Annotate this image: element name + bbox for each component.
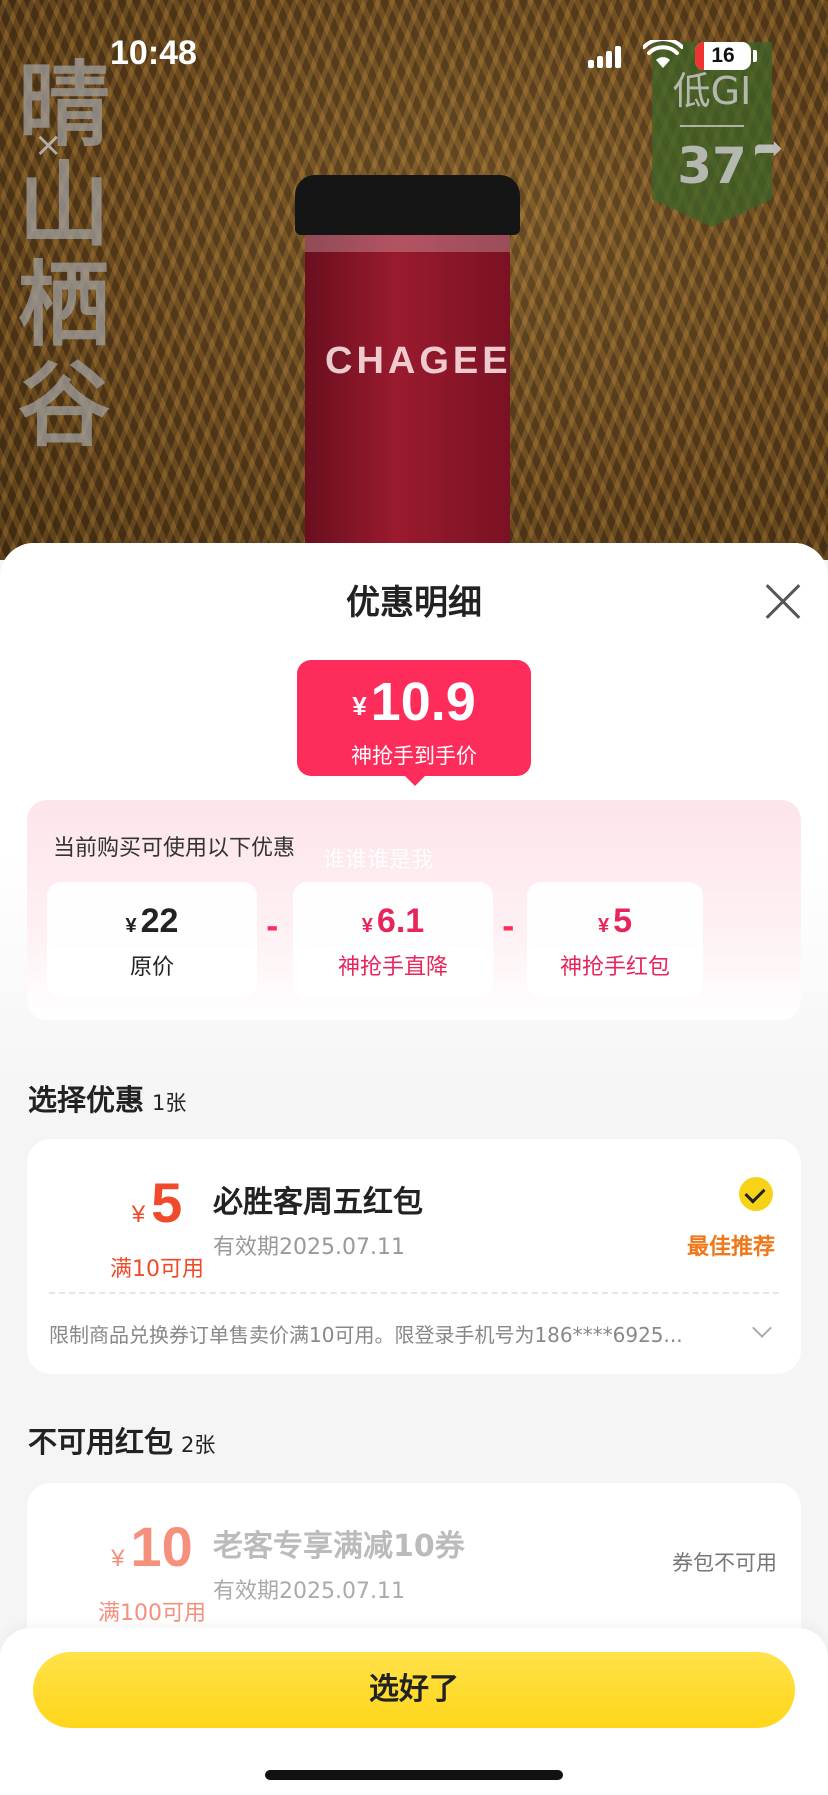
brand-vertical-text: 晴山栖谷: [18, 51, 111, 459]
cellular-signal-icon: [588, 46, 622, 68]
red-packet-label: 神抢手红包: [559, 955, 670, 980]
breakdown-hint: 当前购买可使用以下优惠: [53, 836, 296, 861]
price-pointer: [404, 775, 426, 786]
discount-detail-sheet: 优惠明细 ¥10.9 神抢手到手价 当前购买可使用以下优惠 谁谁谁是我 ¥22 …: [0, 543, 828, 1795]
original-price-amount: 22: [140, 902, 179, 940]
wifi-icon: [643, 40, 683, 68]
unavailable-coupon-name: 老客专享满减10券: [213, 1529, 465, 1564]
direct-discount-value: ¥6.1: [293, 902, 493, 941]
unavailable-count: 2张: [181, 1433, 216, 1457]
red-packet-amount: 5: [613, 902, 633, 940]
coupon-name: 必胜客周五红包: [213, 1185, 423, 1220]
sheet-title: 优惠明细: [346, 583, 482, 623]
watermark-text: 谁谁谁是我: [323, 848, 434, 873]
close-icon[interactable]: [764, 581, 804, 621]
select-coupon-title-text: 选择优惠: [28, 1083, 145, 1117]
unavailable-title-text: 不可用红包: [28, 1425, 174, 1459]
direct-discount-label: 神抢手直降: [337, 955, 448, 980]
minus-operator: -: [502, 910, 515, 945]
price-breakdown: 当前购买可使用以下优惠 谁谁谁是我 ¥22 原价 - ¥6.1 神抢手直降 - …: [27, 800, 801, 1020]
direct-discount-card: ¥6.1 神抢手直降: [293, 882, 493, 998]
red-packet-currency: ¥: [597, 915, 610, 937]
unavailable-currency: ¥: [111, 1545, 125, 1572]
chevron-down-icon[interactable]: [752, 1318, 772, 1338]
cup-lid: [295, 175, 520, 235]
coupon-divider: [49, 1292, 779, 1294]
original-price-card: ¥22 原价: [47, 882, 257, 998]
coupon-amount-number: 5: [151, 1171, 183, 1234]
final-price-badge: ¥10.9 神抢手到手价: [297, 660, 531, 776]
home-indicator[interactable]: [265, 1770, 563, 1780]
selected-coupon-card[interactable]: ¥5 满10可用 必胜客周五红包 有效期2025.07.11 最佳推荐 限制商品…: [27, 1139, 801, 1374]
red-packet-card: ¥5 神抢手红包: [527, 882, 703, 998]
original-price-value: ¥22: [47, 902, 257, 941]
selected-check-icon[interactable]: [739, 1177, 773, 1211]
battery-cap: [753, 50, 757, 62]
final-price-amount: ¥10.9: [297, 674, 531, 734]
share-icon[interactable]: ➦: [753, 128, 783, 169]
coupon-currency: ¥: [131, 1201, 146, 1228]
final-price-value: 10.9: [370, 672, 476, 732]
red-packet-value: ¥5: [527, 902, 703, 941]
minus-operator: -: [266, 910, 279, 945]
tea-cup: CHAGEE: [295, 175, 520, 570]
cup-logo: CHAGEE: [325, 340, 512, 382]
coupon-validity: 有效期2025.07.11: [213, 1235, 405, 1260]
status-bar: 10:48 16: [0, 0, 828, 110]
final-price-currency: ¥: [352, 690, 367, 721]
original-price-currency: ¥: [125, 915, 137, 937]
original-price-label: 原价: [129, 955, 174, 980]
direct-discount-currency: ¥: [361, 915, 373, 937]
select-coupon-title: 选择优惠 1张: [28, 1077, 186, 1119]
unavailable-amount-number: 10: [130, 1515, 193, 1578]
direct-discount-amount: 6.1: [376, 902, 425, 940]
unavailable-status: 券包不可用: [672, 1551, 777, 1575]
select-coupon-count: 1张: [152, 1091, 187, 1115]
battery-icon: 16: [695, 42, 751, 70]
confirm-button[interactable]: 选好了: [33, 1652, 795, 1728]
final-price-label: 神抢手到手价: [351, 743, 477, 768]
status-time: 10:48: [110, 34, 197, 72]
unavailable-coupon-validity: 有效期2025.07.11: [213, 1579, 405, 1604]
coupon-rule-text: 限制商品兑换券订单售卖价满10可用。限登录手机号为186****6925...: [49, 1323, 683, 1347]
best-recommend-badge: 最佳推荐: [687, 1235, 776, 1260]
cup-body: [305, 230, 510, 570]
battery-percent: 16: [711, 44, 735, 67]
unavailable-coupon-title: 不可用红包 2张: [28, 1419, 215, 1461]
brand-x-mark: ×: [34, 125, 63, 165]
gi-divider: [680, 125, 744, 127]
